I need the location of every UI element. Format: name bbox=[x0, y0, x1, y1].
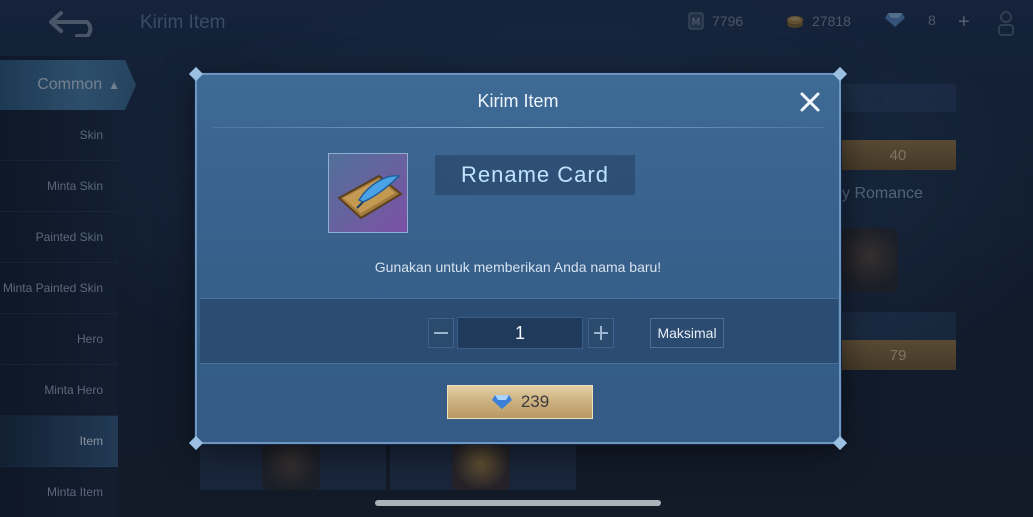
title-divider bbox=[213, 127, 825, 128]
home-indicator[interactable] bbox=[375, 500, 661, 506]
send-item-dialog: Kirim Item Rename Card Gunakan untuk mem… bbox=[188, 66, 848, 451]
diamond-icon bbox=[491, 395, 512, 409]
purchase-button[interactable]: 239 bbox=[447, 385, 593, 419]
dialog-title: Kirim Item bbox=[477, 91, 559, 111]
close-button[interactable] bbox=[797, 89, 823, 115]
item-name: Rename Card bbox=[435, 155, 635, 195]
quantity-selector: 1 Maksimal bbox=[200, 298, 838, 364]
quantity-field[interactable]: 1 bbox=[457, 317, 583, 349]
plus-icon bbox=[594, 326, 608, 340]
item-thumbnail bbox=[328, 153, 408, 233]
purchase-price: 239 bbox=[520, 392, 550, 411]
close-icon bbox=[800, 92, 820, 112]
increase-quantity-button[interactable] bbox=[588, 318, 614, 348]
minus-icon bbox=[434, 332, 448, 334]
item-description: Gunakan untuk memberikan Anda nama baru! bbox=[374, 259, 662, 275]
max-quantity-button[interactable]: Maksimal bbox=[650, 318, 724, 348]
rename-card-icon bbox=[337, 174, 403, 220]
decrease-quantity-button[interactable] bbox=[428, 318, 454, 348]
